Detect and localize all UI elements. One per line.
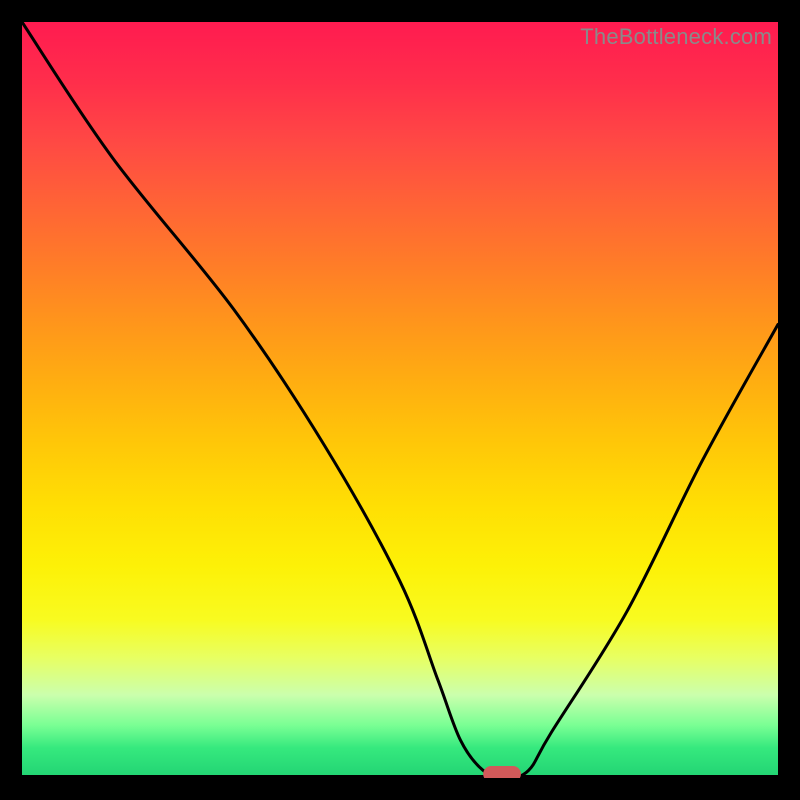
bottleneck-curve-line <box>22 22 778 778</box>
chart-plot-area: TheBottleneck.com <box>22 22 778 778</box>
chart-frame: TheBottleneck.com <box>0 0 800 800</box>
optimum-marker <box>483 766 521 778</box>
chart-overlay <box>22 22 778 778</box>
